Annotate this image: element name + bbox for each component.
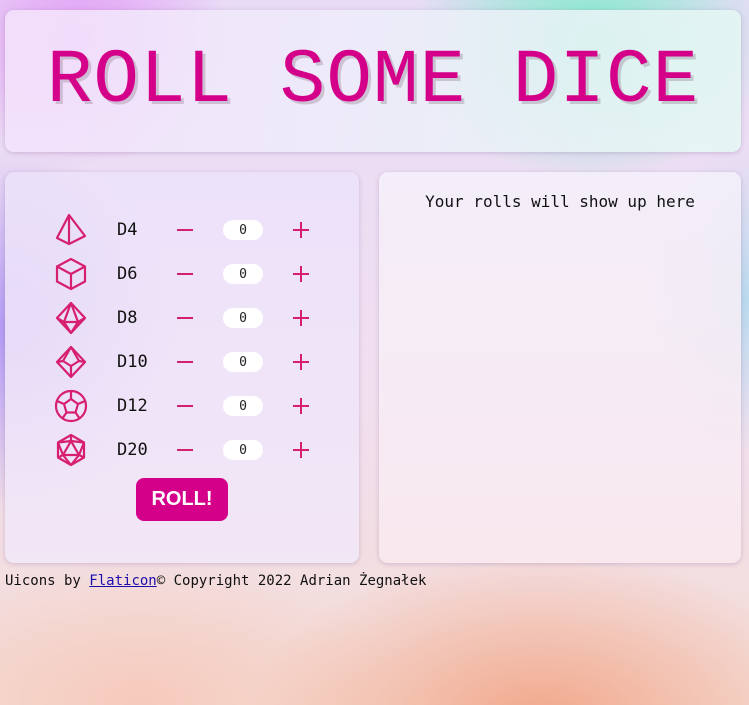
- die-label: D4: [117, 220, 138, 240]
- die-row-d12: D12: [5, 388, 359, 424]
- flaticon-link[interactable]: Flaticon: [89, 573, 156, 589]
- die-label: D12: [117, 396, 148, 416]
- die-label: D6: [117, 264, 138, 284]
- d20-count-input[interactable]: [223, 440, 263, 460]
- increment-d10-button[interactable]: [289, 344, 313, 380]
- decrement-d8-button[interactable]: [173, 300, 197, 336]
- die-row-d10: D10: [5, 344, 359, 380]
- die-label: D10: [117, 352, 148, 372]
- d4-icon: [53, 212, 89, 248]
- increment-d8-button[interactable]: [289, 300, 313, 336]
- increment-d4-button[interactable]: [289, 212, 313, 248]
- d8-icon: [53, 300, 89, 336]
- die-row-d4: D4: [5, 212, 359, 248]
- increment-d12-button[interactable]: [289, 388, 313, 424]
- increment-d20-button[interactable]: [289, 432, 313, 468]
- decrement-d10-button[interactable]: [173, 344, 197, 380]
- header-card: ROLL SOME DICE: [5, 10, 741, 152]
- roll-button[interactable]: ROLL!: [136, 478, 228, 521]
- d12-count-input[interactable]: [223, 396, 263, 416]
- results-placeholder: Your rolls will show up here: [425, 192, 695, 211]
- decrement-d6-button[interactable]: [173, 256, 197, 292]
- increment-d6-button[interactable]: [289, 256, 313, 292]
- d20-icon: [53, 432, 89, 468]
- decrement-d20-button[interactable]: [173, 432, 197, 468]
- die-row-d20: D20: [5, 432, 359, 468]
- decrement-d12-button[interactable]: [173, 388, 197, 424]
- d10-icon: [53, 344, 89, 380]
- die-row-d6: D6: [5, 256, 359, 292]
- die-row-d8: D8: [5, 300, 359, 336]
- footer: Uicons by Flaticon© Copyright 2022 Adria…: [5, 573, 426, 589]
- d10-count-input[interactable]: [223, 352, 263, 372]
- results-panel: Your rolls will show up here: [379, 172, 741, 563]
- footer-copyright: © Copyright 2022 Adrian Żegnałek: [156, 573, 427, 589]
- d8-count-input[interactable]: [223, 308, 263, 328]
- d4-count-input[interactable]: [223, 220, 263, 240]
- d6-icon: [53, 256, 89, 292]
- page-title: ROLL SOME DICE: [46, 38, 700, 124]
- decrement-d4-button[interactable]: [173, 212, 197, 248]
- footer-prefix: Uicons by: [5, 573, 90, 589]
- die-label: D8: [117, 308, 138, 328]
- d12-icon: [53, 388, 89, 424]
- d6-count-input[interactable]: [223, 264, 263, 284]
- die-label: D20: [117, 440, 148, 460]
